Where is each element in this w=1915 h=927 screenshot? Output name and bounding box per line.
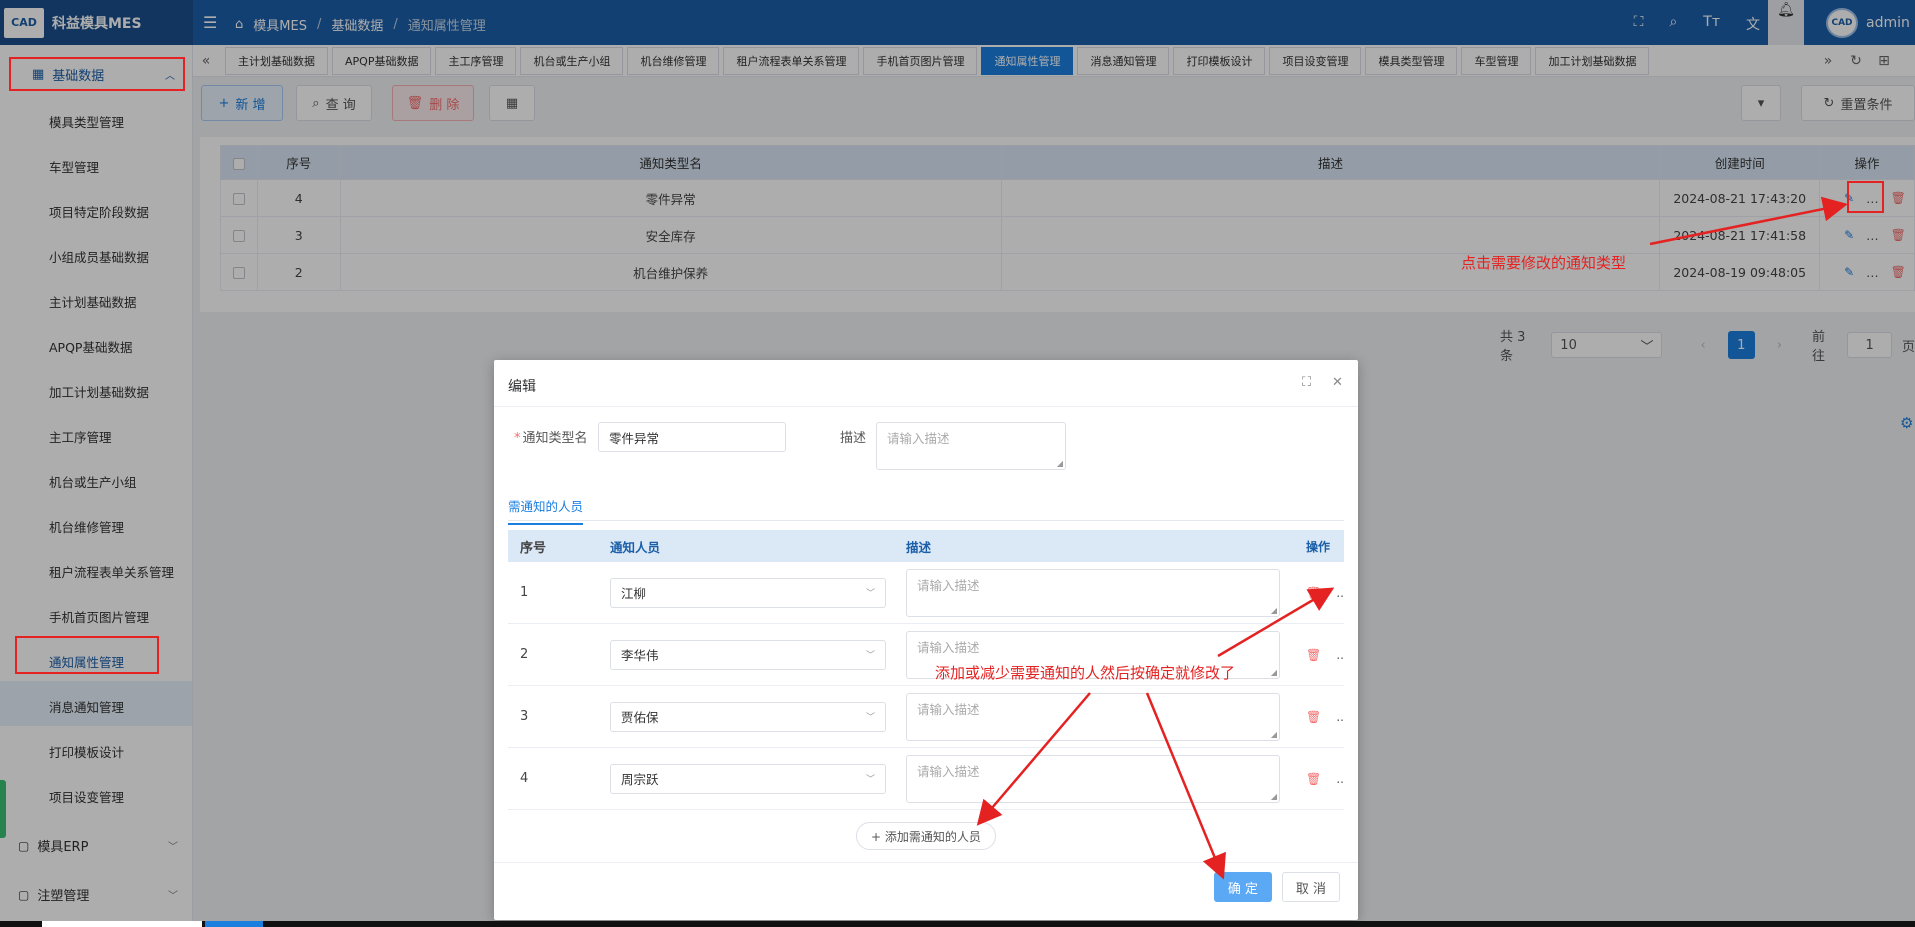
taskbar-strip xyxy=(0,921,1915,927)
annotation-arrows xyxy=(976,196,1848,880)
